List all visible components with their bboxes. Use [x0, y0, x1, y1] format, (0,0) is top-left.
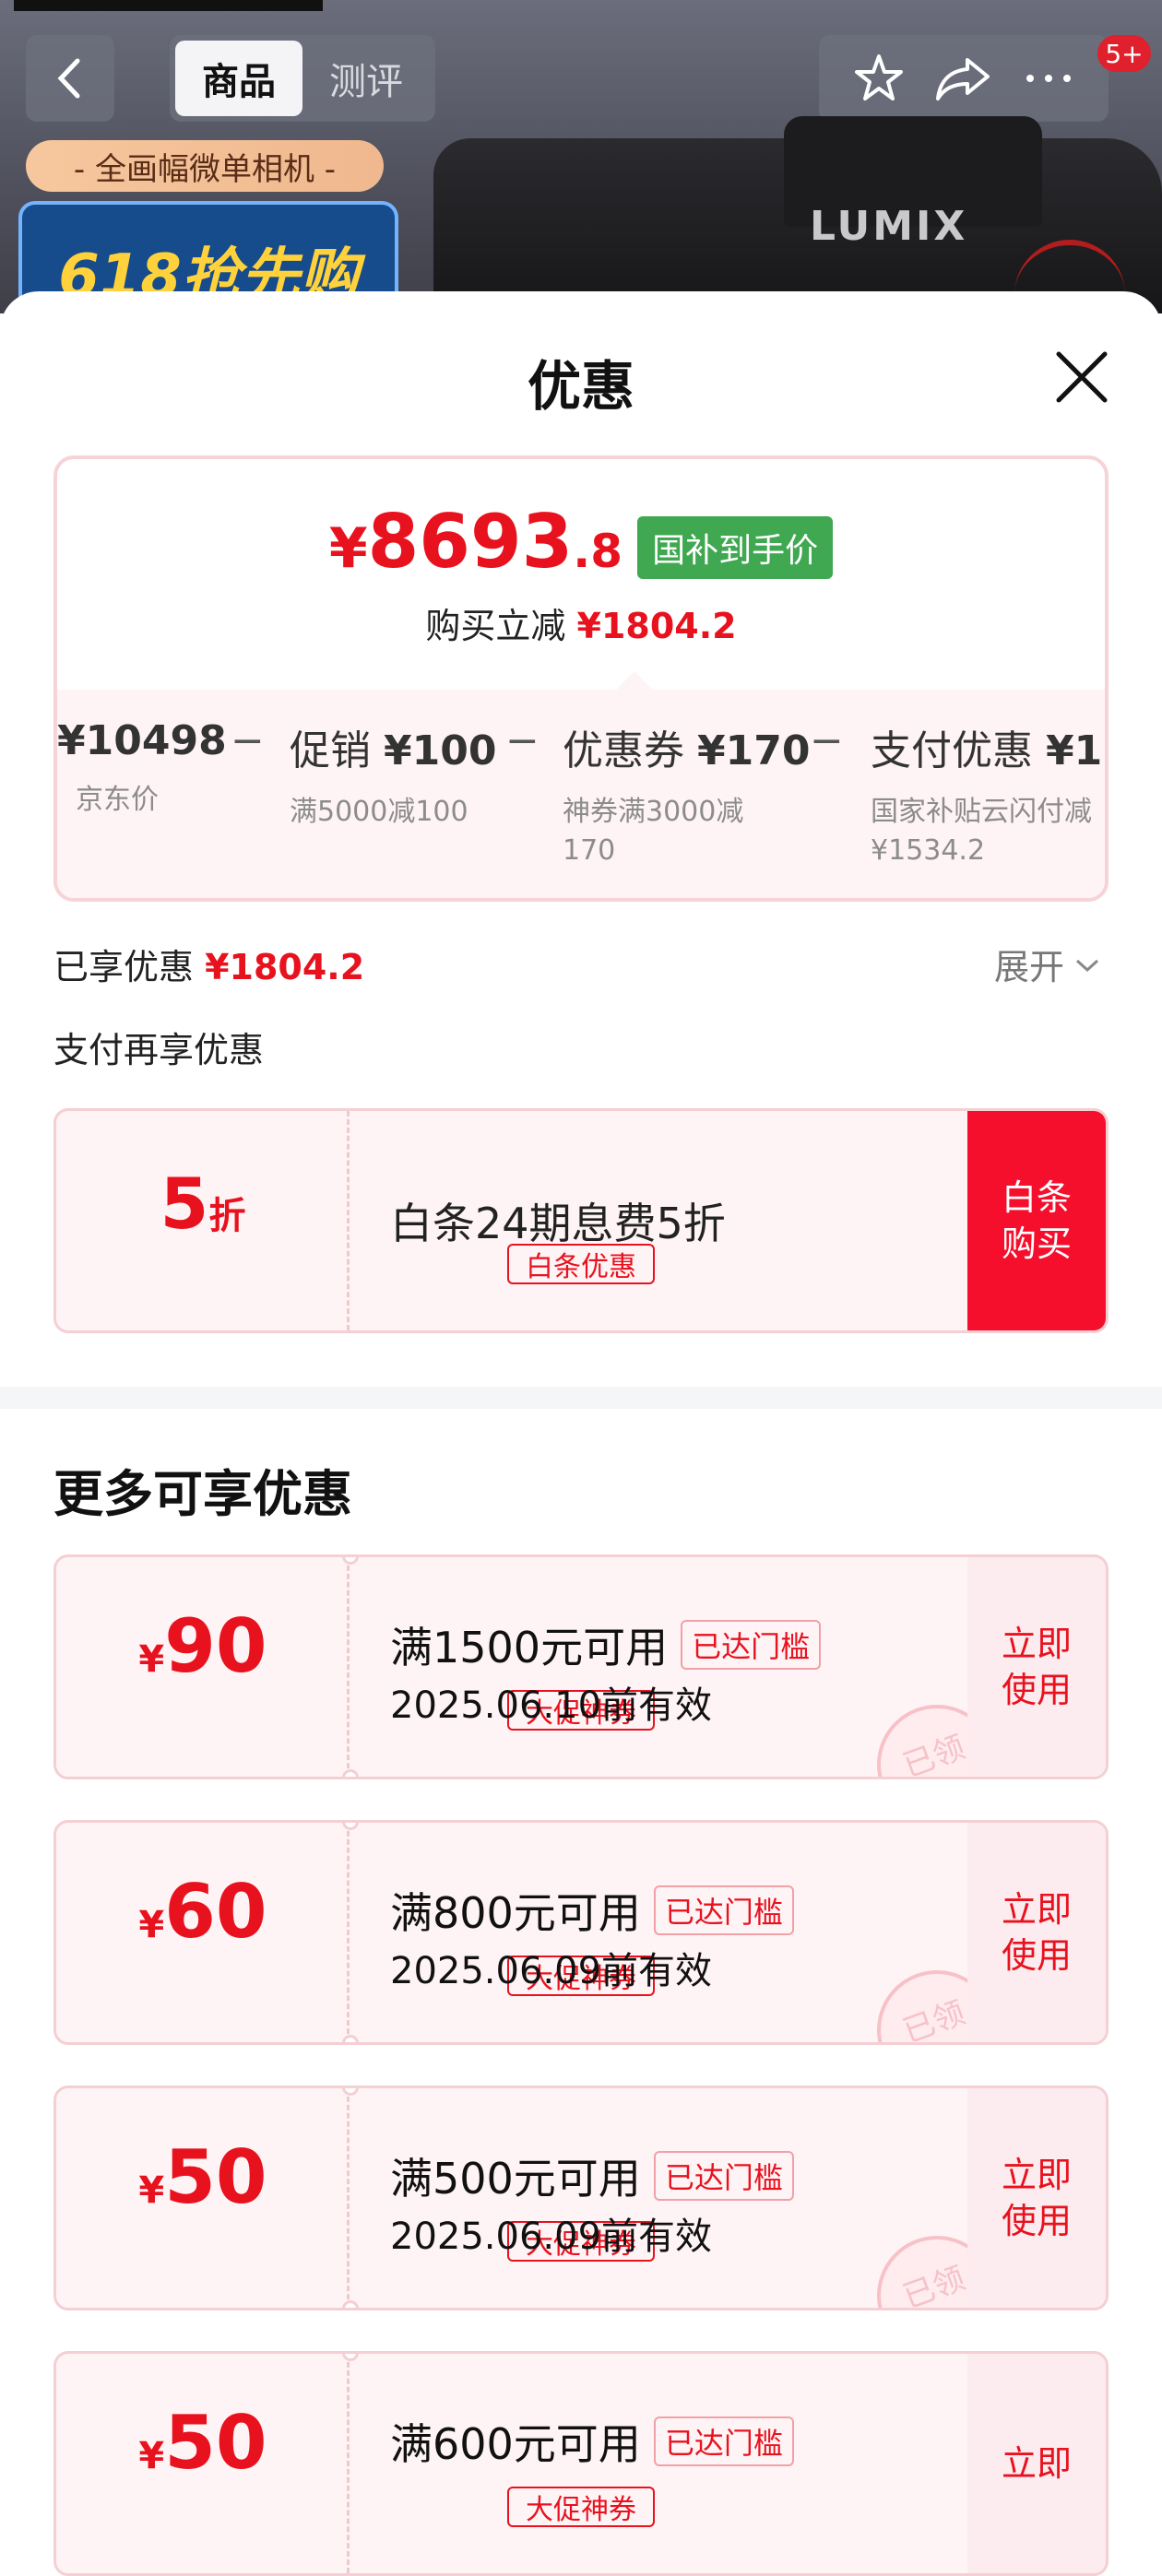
minus-sign: − [231, 717, 265, 764]
back-button[interactable] [26, 35, 114, 122]
section-divider [0, 1387, 1162, 1409]
coupon-amount: ¥60 [138, 1869, 267, 1955]
camera-image: LUMIX [433, 116, 1162, 313]
status-strip [14, 0, 323, 11]
notification-badge: 5+ [1097, 35, 1151, 72]
threshold-badge: 已达门槛 [653, 2151, 794, 2201]
subsidy-price-tag: 国补到手价 [637, 516, 834, 579]
coupon-card[interactable]: ¥60 大促神券 满800元可用 已达门槛 2025.06.09前有效 已领 立即… [53, 1820, 1109, 2045]
saving-value: ¥1804.2 [576, 606, 737, 646]
coupon-card[interactable]: ¥50 大促神券 满500元可用 已达门槛 2025.06.09前有效 已领 立即… [53, 2086, 1109, 2310]
more-offers-title: 更多可享优惠 [53, 1465, 352, 1523]
tab-review[interactable]: 测评 [302, 41, 430, 116]
coupon-amount: ¥90 [138, 1603, 267, 1689]
discount-sheet: 优惠 ¥8693.8 国补到手价 购买立减 ¥1804.2 ¥10498 京东价… [0, 291, 1162, 2576]
camera-brand: LUMIX [810, 203, 968, 250]
close-button[interactable] [1051, 347, 1112, 408]
price-summary-card: ¥8693.8 国补到手价 购买立减 ¥1804.2 ¥10498 京东价 − … [53, 455, 1109, 902]
coupon-validity: 2025.06.09前有效 [390, 1950, 713, 1992]
header-actions [819, 35, 1109, 122]
sheet-title: 优惠 [527, 355, 634, 418]
enjoyed-discount: 已享优惠 ¥1804.2 [53, 947, 365, 987]
threshold-badge: 已达门槛 [653, 2416, 794, 2466]
threshold-badge: 已达门槛 [681, 1620, 822, 1670]
tab-switcher: 商品 测评 [170, 35, 435, 122]
more-icon[interactable] [1021, 69, 1076, 88]
offer-discount: 5折 [160, 1163, 246, 1245]
minus-sign: − [505, 717, 540, 764]
coupon-card[interactable]: ¥50 大促神券 满600元可用 已达门槛 立即 [53, 2351, 1109, 2576]
coupon-validity: 2025.06.10前有效 [390, 1684, 713, 1727]
use-now-button[interactable]: 立即 [967, 2354, 1106, 2573]
close-icon [1056, 351, 1108, 403]
coupon-tag: 大促神券 [507, 2487, 655, 2527]
baitiao-buy-button[interactable]: 白条 购买 [967, 1111, 1106, 1330]
breakdown-item-payment: 支付优惠 ¥1534 国家补贴云闪付减¥1534.2 [871, 727, 1105, 867]
coupon-validity: 2025.06.09前有效 [390, 2216, 713, 2258]
coupon-amount: ¥50 [138, 2134, 267, 2220]
tab-product[interactable]: 商品 [175, 41, 302, 116]
coupon-condition: 满500元可用 已达门槛 [390, 2145, 794, 2206]
star-icon[interactable] [851, 51, 907, 106]
price-breakdown[interactable]: ¥10498 京东价 − 促销 ¥100 满5000减100 − 优惠券 ¥17… [57, 671, 1105, 898]
threshold-badge: 已达门槛 [653, 1885, 794, 1935]
coupon-card[interactable]: ¥90 大促神券 满1500元可用 已达门槛 2025.06.10前有效 已领 立… [53, 1554, 1109, 1779]
coupon-condition: 满800元可用 已达门槛 [390, 1880, 794, 1941]
baitiao-offer-card[interactable]: 5折 白条优惠 白条24期息费5折 白条 购买 [53, 1108, 1109, 1333]
expand-toggle[interactable]: 展开 [994, 939, 1103, 989]
banner-tagline: - 全画幅微单相机 - [26, 140, 384, 192]
minus-sign: − [810, 717, 844, 764]
coupon-amount: ¥50 [138, 2400, 267, 2486]
coupon-condition: 满600元可用 已达门槛 [390, 2411, 794, 2472]
use-now-button[interactable]: 立即 使用 [967, 1557, 1106, 1777]
pay-discount-title: 支付再享优惠 [53, 1030, 265, 1070]
product-banner: 商品 测评 5+ - 全画幅微单相机 - 618抢先购 LUMIX [0, 0, 1162, 313]
chevron-down-icon [1076, 959, 1099, 972]
offer-description: 白条24期息费5折 [390, 1199, 726, 1248]
coupon-condition: 满1500元可用 已达门槛 [390, 1614, 822, 1675]
final-price: ¥8693.8 [328, 499, 623, 585]
saving-row: 购买立减 ¥1804.2 [57, 597, 1105, 648]
use-now-button[interactable]: 立即 使用 [967, 1823, 1106, 2042]
breakdown-item-jd-price: ¥10498 京东价 [57, 717, 227, 816]
share-icon[interactable] [934, 51, 993, 106]
breakdown-item-coupon: 优惠券 ¥170 神券满3000减 170 [563, 727, 811, 867]
chevron-left-icon [57, 58, 80, 99]
breakdown-item-promo: 促销 ¥100 满5000减100 [290, 727, 497, 828]
saving-label: 购买立减 [425, 606, 566, 646]
use-now-button[interactable]: 立即 使用 [967, 2088, 1106, 2308]
